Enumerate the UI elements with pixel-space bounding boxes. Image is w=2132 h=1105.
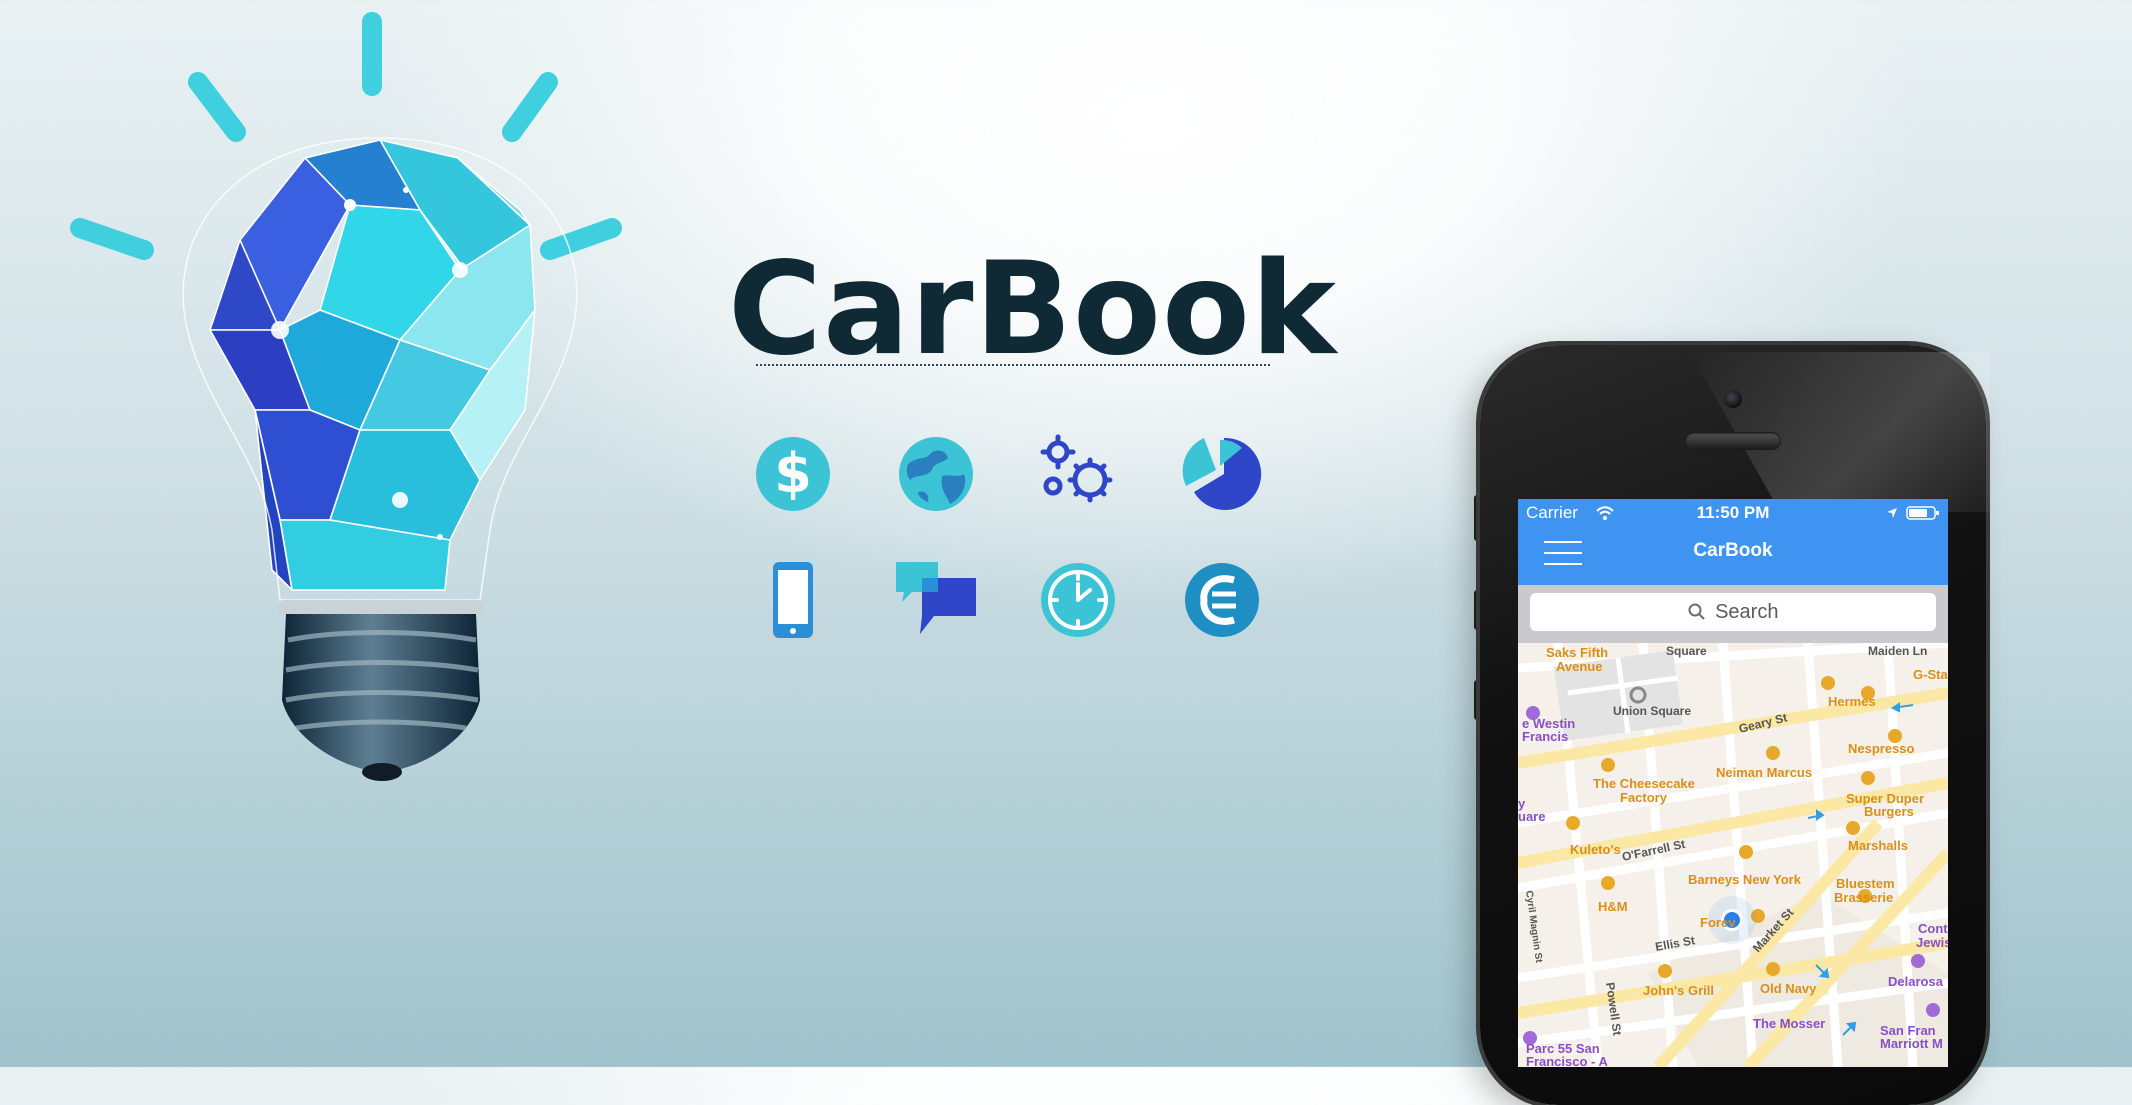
light-rays [70,12,622,260]
phone-screen: Carrier 11:50 PM CarBook Search Saks Fif… [1518,499,1948,1067]
svg-text:Old Navy: Old Navy [1760,981,1817,996]
search-placeholder: Search [1715,601,1779,623]
battery-icon [1906,506,1939,520]
earpiece-speaker [1685,432,1781,450]
svg-text:Brasserie: Brasserie [1834,890,1893,905]
svg-text:Maiden Ln: Maiden Ln [1868,644,1927,658]
svg-text:The Mosser: The Mosser [1753,1016,1825,1031]
svg-text:The Cheesecake: The Cheesecake [1593,776,1695,791]
front-camera [1724,390,1742,408]
status-bar: Carrier 11:50 PM [1518,499,1948,527]
smartphone-icon [753,560,833,640]
globe-icon [896,434,976,514]
search-icon [1688,603,1705,620]
svg-text:Francisco - A: Francisco - A [1526,1054,1608,1067]
svg-text:uare: uare [1518,809,1545,824]
search-bar-container: Search [1518,585,1948,643]
euro-coin-icon [1182,560,1262,640]
svg-text:John's Grill: John's Grill [1643,983,1714,998]
svg-text:Burgers: Burgers [1864,804,1914,819]
svg-text:Union Square: Union Square [1613,704,1691,718]
gears-icon [1038,434,1118,514]
svg-text:Saks Fifth: Saks Fifth [1546,645,1608,660]
svg-text:Cont: Cont [1918,921,1948,936]
svg-text:Bluestem: Bluestem [1836,876,1895,891]
svg-text:Nespresso: Nespresso [1848,741,1915,756]
chat-bubbles-icon [896,560,976,640]
bulb-base [278,600,483,781]
svg-text:Delarosa: Delarosa [1888,974,1944,989]
pie-chart-icon [1182,434,1262,514]
brand-title: CarBook [728,235,1337,384]
search-input[interactable]: Search [1530,593,1936,631]
status-time: 11:50 PM [1696,503,1770,522]
dollar-coin-icon: $ [753,434,833,514]
city-map[interactable]: Saks FifthAvenue G-Star R Hermes Nespres… [1518,643,1948,1067]
svg-text:$: $ [774,442,812,505]
svg-text:Marshalls: Marshalls [1848,838,1908,853]
bulb-glass [209,139,536,591]
clock-icon [1038,560,1118,640]
svg-text:Neiman Marcus: Neiman Marcus [1716,765,1812,780]
svg-text:Francis: Francis [1522,729,1568,744]
location-arrow-icon [1887,508,1897,518]
navigation-bar: CarBook [1518,527,1948,585]
svg-text:Hermes: Hermes [1828,694,1876,709]
lightbulb-illustration [70,12,622,781]
title-underline-divider [756,364,1270,366]
svg-text:Jewis: Jewis [1916,935,1948,950]
svg-text:Avenue: Avenue [1556,659,1602,674]
svg-text:Kuleto's: Kuleto's [1570,842,1621,857]
svg-text:H&M: H&M [1598,899,1628,914]
svg-text:Marriott M: Marriott M [1880,1036,1943,1051]
svg-text:Barneys New York: Barneys New York [1688,872,1802,887]
svg-text:Factory: Factory [1620,790,1668,805]
svg-text:Forev: Forev [1700,915,1736,930]
svg-text:Square: Square [1666,644,1707,658]
svg-text:G-Star R: G-Star R [1913,667,1948,682]
nav-title: CarBook [1693,540,1773,561]
